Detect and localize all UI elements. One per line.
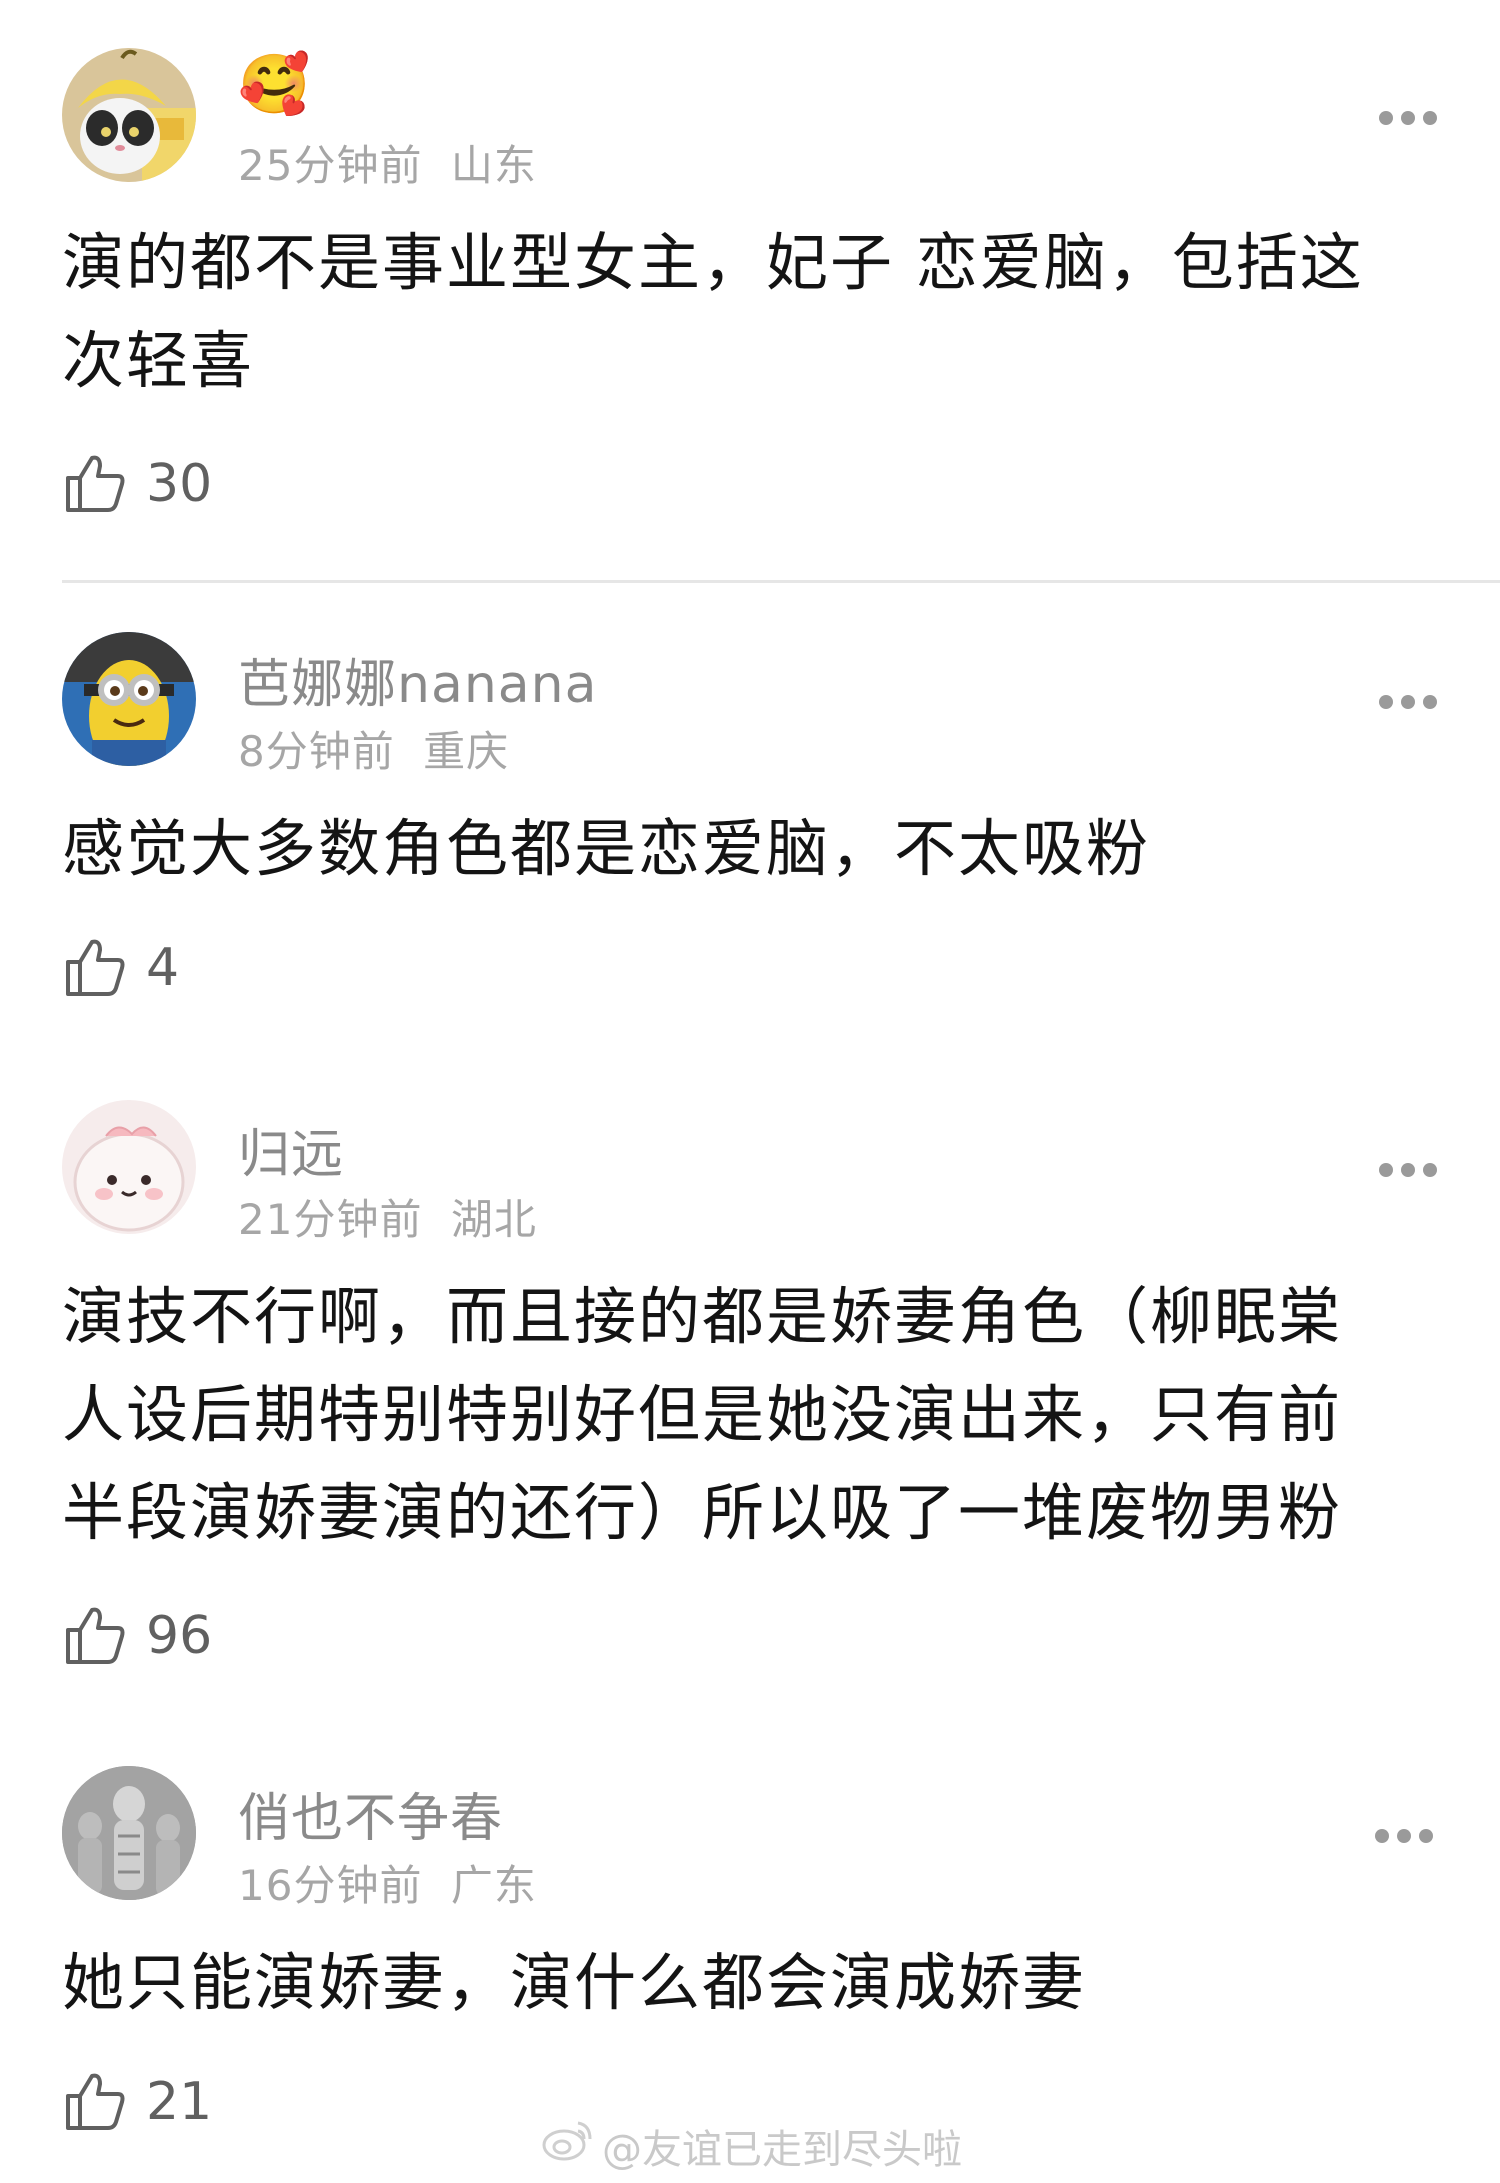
- thumbs-up-icon: [66, 1607, 125, 1664]
- comment-text-line: 次轻喜: [62, 324, 255, 397]
- more-options-icon[interactable]: [1378, 692, 1438, 712]
- comment-text: 演技不行啊，而且接的都是娇妻角色（柳眠棠 人设后期特别特别好但是她没演出来，只有…: [62, 1268, 1442, 1562]
- comment-text: 演的都不是事业型女主，妃子 恋爱脑，包括这 次轻喜: [62, 214, 1442, 410]
- more-options-icon[interactable]: [1378, 108, 1438, 128]
- comment-time: 21分钟前: [238, 1195, 423, 1244]
- comment-text: 她只能演娇妻，演什么都会演成娇妻: [62, 1934, 1442, 2032]
- more-options-icon[interactable]: [1374, 1826, 1434, 1846]
- comment-text-line: 演技不行啊，而且接的都是娇妻角色（柳眠棠: [62, 1280, 1343, 1353]
- comment-text-line: 她只能演娇妻，演什么都会演成娇妻: [62, 1946, 1087, 2019]
- thumbs-up-icon: [66, 939, 125, 996]
- comment-text-line: 感觉大多数角色都是恋爱脑，不太吸粉: [62, 812, 1151, 885]
- comment-meta: 21分钟前 湖北: [238, 1186, 537, 1247]
- comment-location: 湖北: [450, 1195, 537, 1244]
- comment-meta: 8分钟前 重庆: [238, 718, 509, 779]
- thumbs-up-icon: [66, 455, 125, 512]
- comment-text-line: 人设后期特别特别好但是她没演出来，只有前: [62, 1378, 1343, 1451]
- avatar[interactable]: [62, 1100, 196, 1234]
- avatar[interactable]: [62, 632, 196, 766]
- comment-location: 重庆: [423, 727, 510, 776]
- like-count: 96: [146, 1606, 213, 1666]
- watermark-text: @友谊已走到尽头啦: [602, 2127, 962, 2173]
- stone-statue-avatar: [62, 1766, 196, 1900]
- like-count: 30: [146, 454, 213, 514]
- minion-avatar: [62, 632, 196, 766]
- comment-time: 8分钟前: [238, 727, 395, 776]
- comment-text-line: 演的都不是事业型女主，妃子 恋爱脑，包括这: [62, 226, 1364, 299]
- comment-location: 广东: [450, 1861, 537, 1910]
- username[interactable]: 归远: [238, 1112, 344, 1187]
- comment-meta: 16分钟前 广东: [238, 1852, 537, 1913]
- username[interactable]: 芭娜娜nanana: [238, 642, 597, 717]
- cat-with-banana-hat-avatar: [62, 48, 196, 182]
- like-count: 21: [146, 2072, 213, 2132]
- thumbs-up-icon: [66, 2073, 125, 2130]
- avatar[interactable]: [62, 48, 196, 182]
- weibo-logo-icon: [542, 2121, 592, 2161]
- divider: [62, 580, 1500, 583]
- pink-cartoon-avatar: [62, 1100, 196, 1234]
- username[interactable]: 🥰: [238, 50, 311, 119]
- comment-text: 感觉大多数角色都是恋爱脑，不太吸粉: [62, 800, 1442, 898]
- username[interactable]: 俏也不争春: [238, 1776, 503, 1851]
- more-options-icon[interactable]: [1378, 1160, 1438, 1180]
- like-count: 4: [146, 938, 180, 998]
- avatar[interactable]: [62, 1766, 196, 1900]
- comment-text-line: 半段演娇妻演的还行）所以吸了一堆废物男粉: [62, 1476, 1343, 1549]
- comment-time: 25分钟前: [238, 141, 423, 190]
- comment-meta: 25分钟前 山东: [238, 132, 537, 193]
- watermark: @友谊已走到尽头啦: [540, 2115, 962, 2175]
- comment-location: 山东: [450, 141, 537, 190]
- comment-time: 16分钟前: [238, 1861, 423, 1910]
